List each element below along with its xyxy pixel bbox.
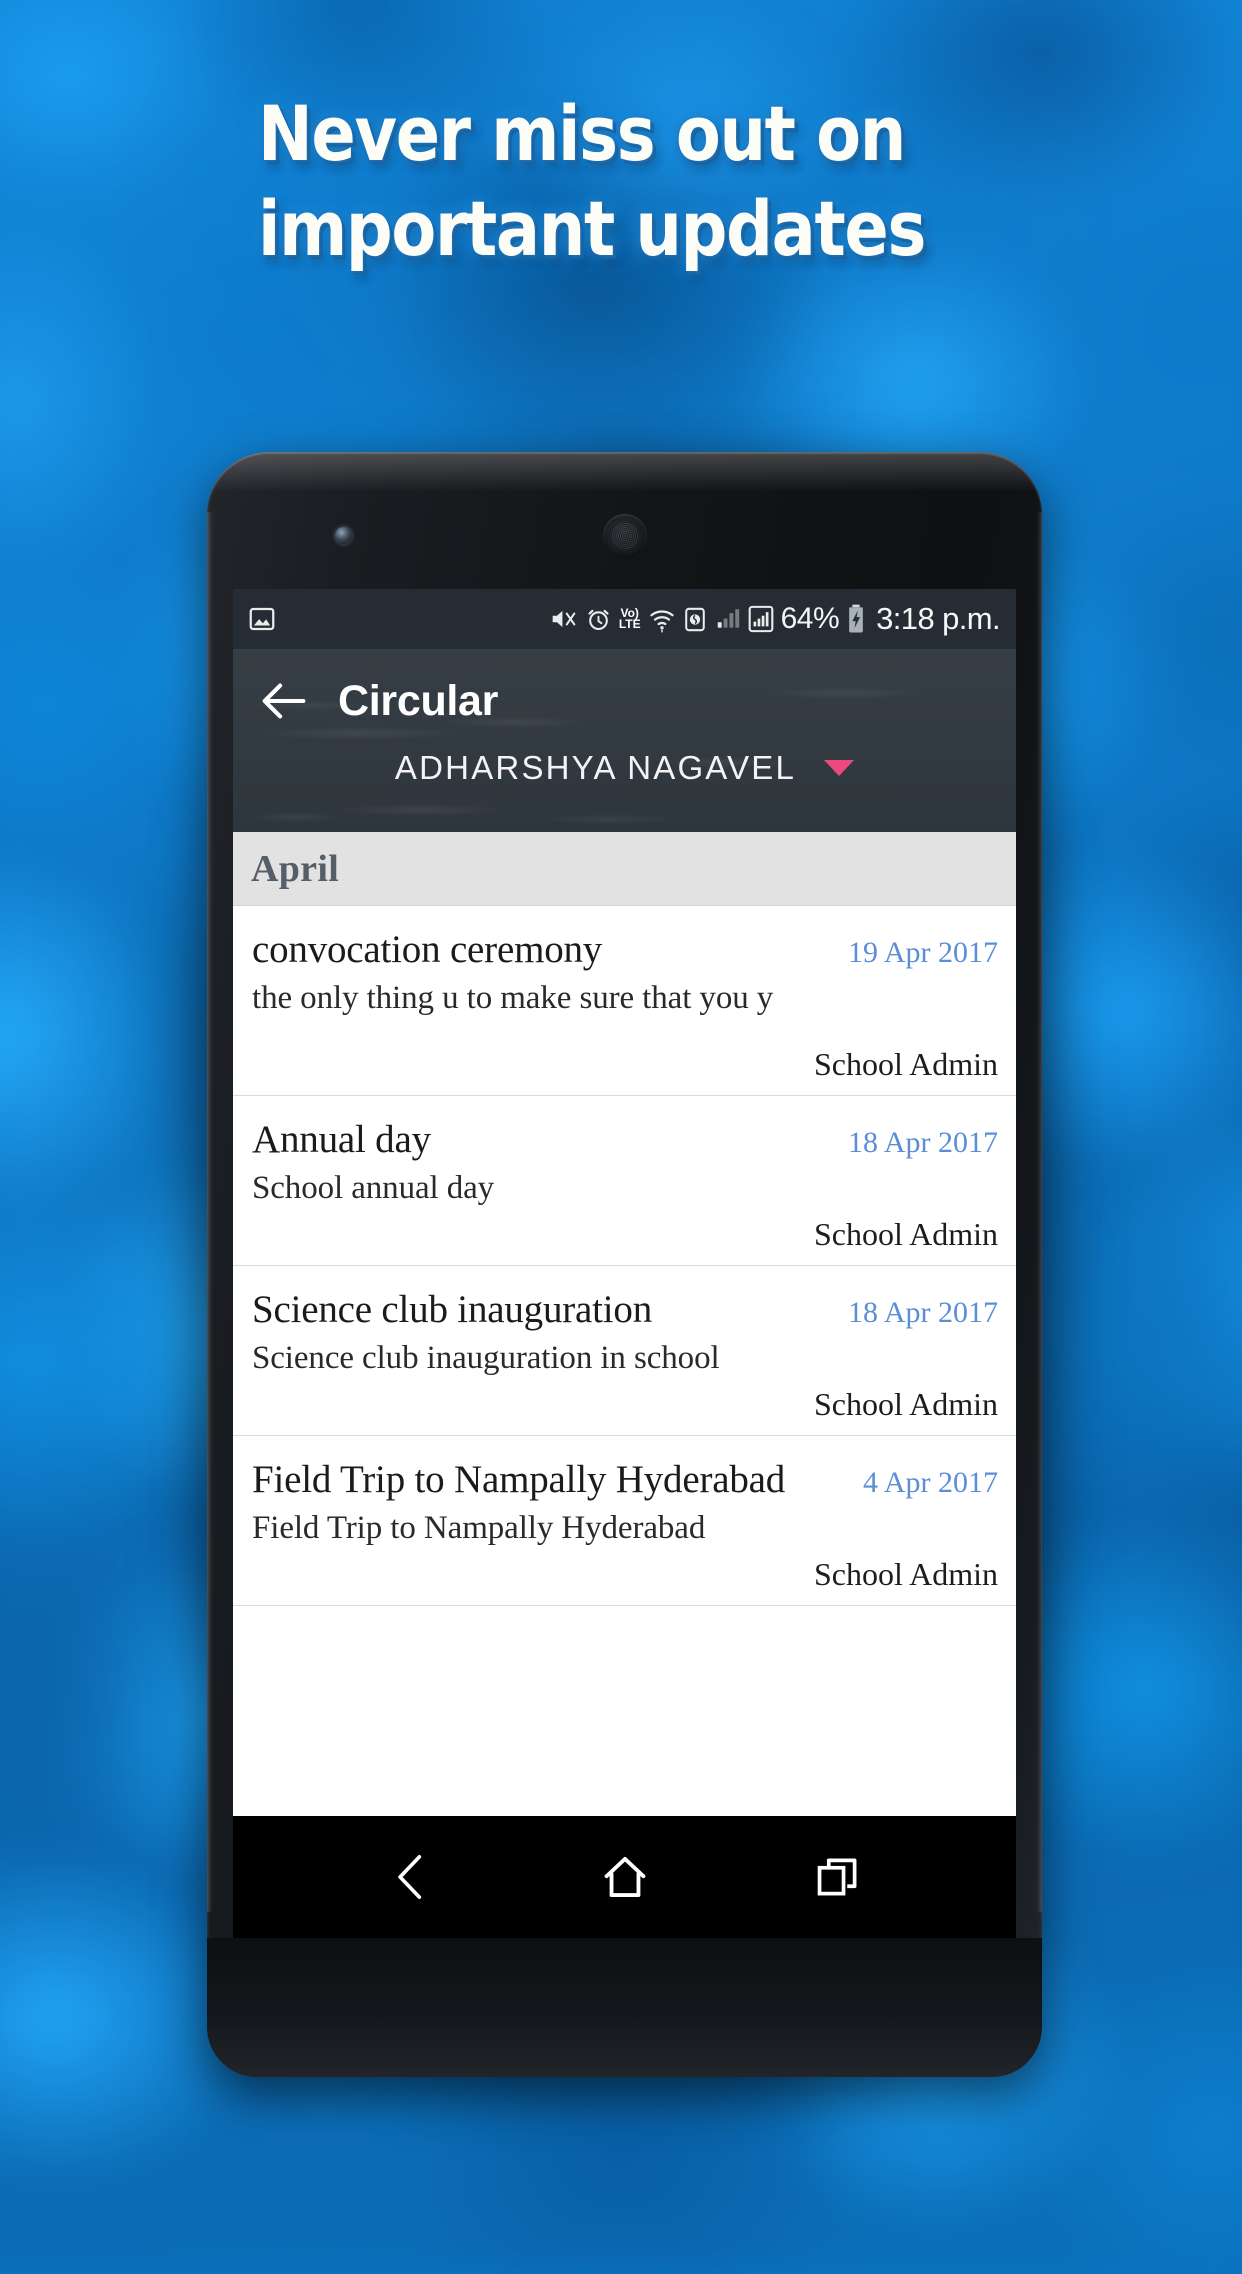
wifi-icon — [648, 606, 676, 633]
phone-right-edge-highlight — [1036, 512, 1042, 1912]
circular-author: School Admin — [813, 1046, 998, 1082]
status-bar: Vo) LTE 64% 3:18 p.m. — [233, 589, 1016, 649]
dropdown-caret-icon[interactable] — [824, 760, 855, 776]
circular-author: School Admin — [813, 1556, 998, 1592]
promo-headline-line-1: Never miss out on — [258, 89, 906, 178]
student-name-label: ADHARSHYA NAGAVEL — [394, 749, 797, 786]
circular-description: the only thing u to make sure that you y — [252, 980, 774, 1016]
circular-author: School Admin — [813, 1386, 998, 1422]
list-item[interactable]: convocation ceremony 19 Apr 2017 the onl… — [233, 906, 1016, 1096]
circular-date: 18 Apr 2017 — [848, 1296, 998, 1329]
app-bar-primary-row: Circular — [233, 649, 1016, 753]
promo-headline: Never miss out on important updates — [258, 86, 926, 276]
signal-bars-full-icon — [748, 605, 774, 633]
month-section-header: April — [233, 832, 1016, 906]
list-item[interactable]: Field Trip to Nampally Hyderabad 4 Apr 2… — [233, 1436, 1016, 1606]
circular-list[interactable]: convocation ceremony 19 Apr 2017 the onl… — [233, 906, 1016, 1606]
phone-top-highlight — [207, 452, 1042, 492]
app-bar: Circular ADHARSHYA NAGAVEL — [233, 649, 1016, 832]
page-title: Circular — [338, 676, 499, 725]
front-camera-icon — [335, 527, 352, 544]
month-label: April — [251, 847, 340, 890]
nav-recents-icon[interactable] — [808, 1847, 868, 1907]
phone-left-edge-highlight — [207, 512, 213, 1912]
nav-back-chevron-icon[interactable] — [382, 1847, 442, 1907]
circular-description: Science club inauguration in school — [252, 1340, 720, 1376]
circular-author: School Admin — [813, 1216, 998, 1252]
earpiece-speaker-icon — [602, 514, 647, 558]
circular-date: 18 Apr 2017 — [848, 1126, 998, 1159]
volte-icon: Vo) LTE — [618, 606, 641, 631]
circular-date: 19 Apr 2017 — [848, 936, 998, 969]
signal-bars-weak-icon — [714, 606, 741, 632]
phone-bottom-chin — [207, 1938, 1042, 2077]
battery-charging-icon — [846, 604, 866, 634]
status-bar-clock: 3:18 p.m. — [876, 601, 1000, 636]
circular-description: Field Trip to Nampally Hyderabad — [252, 1510, 706, 1546]
nav-home-icon[interactable] — [595, 1847, 655, 1907]
android-navigation-bar — [233, 1816, 1016, 1938]
circular-title: Science club inauguration — [252, 1288, 653, 1331]
student-selector[interactable]: ADHARSHYA NAGAVEL — [233, 749, 1016, 787]
list-item-header: Annual day 18 Apr 2017 — [252, 1117, 998, 1164]
list-item-header: convocation ceremony 19 Apr 2017 — [252, 927, 998, 974]
phone-screen: Vo) LTE 64% 3:18 p.m. Circular ADHARSHYA… — [233, 589, 1016, 1816]
status-bar-left-group — [247, 604, 277, 634]
screenshot-image-icon — [247, 604, 277, 634]
circular-title: Field Trip to Nampally Hyderabad — [252, 1458, 786, 1501]
volume-mute-icon — [549, 606, 578, 632]
circular-description: School annual day — [252, 1170, 495, 1206]
sim-data-icon — [683, 606, 707, 633]
back-arrow-icon[interactable] — [255, 672, 313, 730]
circular-title: convocation ceremony — [252, 928, 603, 971]
list-item[interactable]: Annual day 18 Apr 2017 School annual day… — [233, 1096, 1016, 1266]
phone-body: Vo) LTE 64% 3:18 p.m. Circular ADHARSHYA… — [207, 452, 1042, 2077]
circular-title: Annual day — [252, 1118, 431, 1161]
list-item-header: Field Trip to Nampally Hyderabad 4 Apr 2… — [252, 1457, 998, 1504]
status-bar-right-group: Vo) LTE 64% 3:18 p.m. — [549, 601, 1001, 637]
phone-mockup: Vo) LTE 64% 3:18 p.m. Circular ADHARSHYA… — [159, 422, 1090, 2112]
promo-headline-line-2: important updates — [258, 184, 926, 273]
battery-percent-label: 64% — [780, 602, 840, 635]
alarm-clock-icon — [585, 606, 612, 633]
list-item-header: Science club inauguration 18 Apr 2017 — [252, 1287, 998, 1334]
list-item[interactable]: Science club inauguration 18 Apr 2017 Sc… — [233, 1266, 1016, 1436]
circular-date: 4 Apr 2017 — [863, 1466, 998, 1499]
